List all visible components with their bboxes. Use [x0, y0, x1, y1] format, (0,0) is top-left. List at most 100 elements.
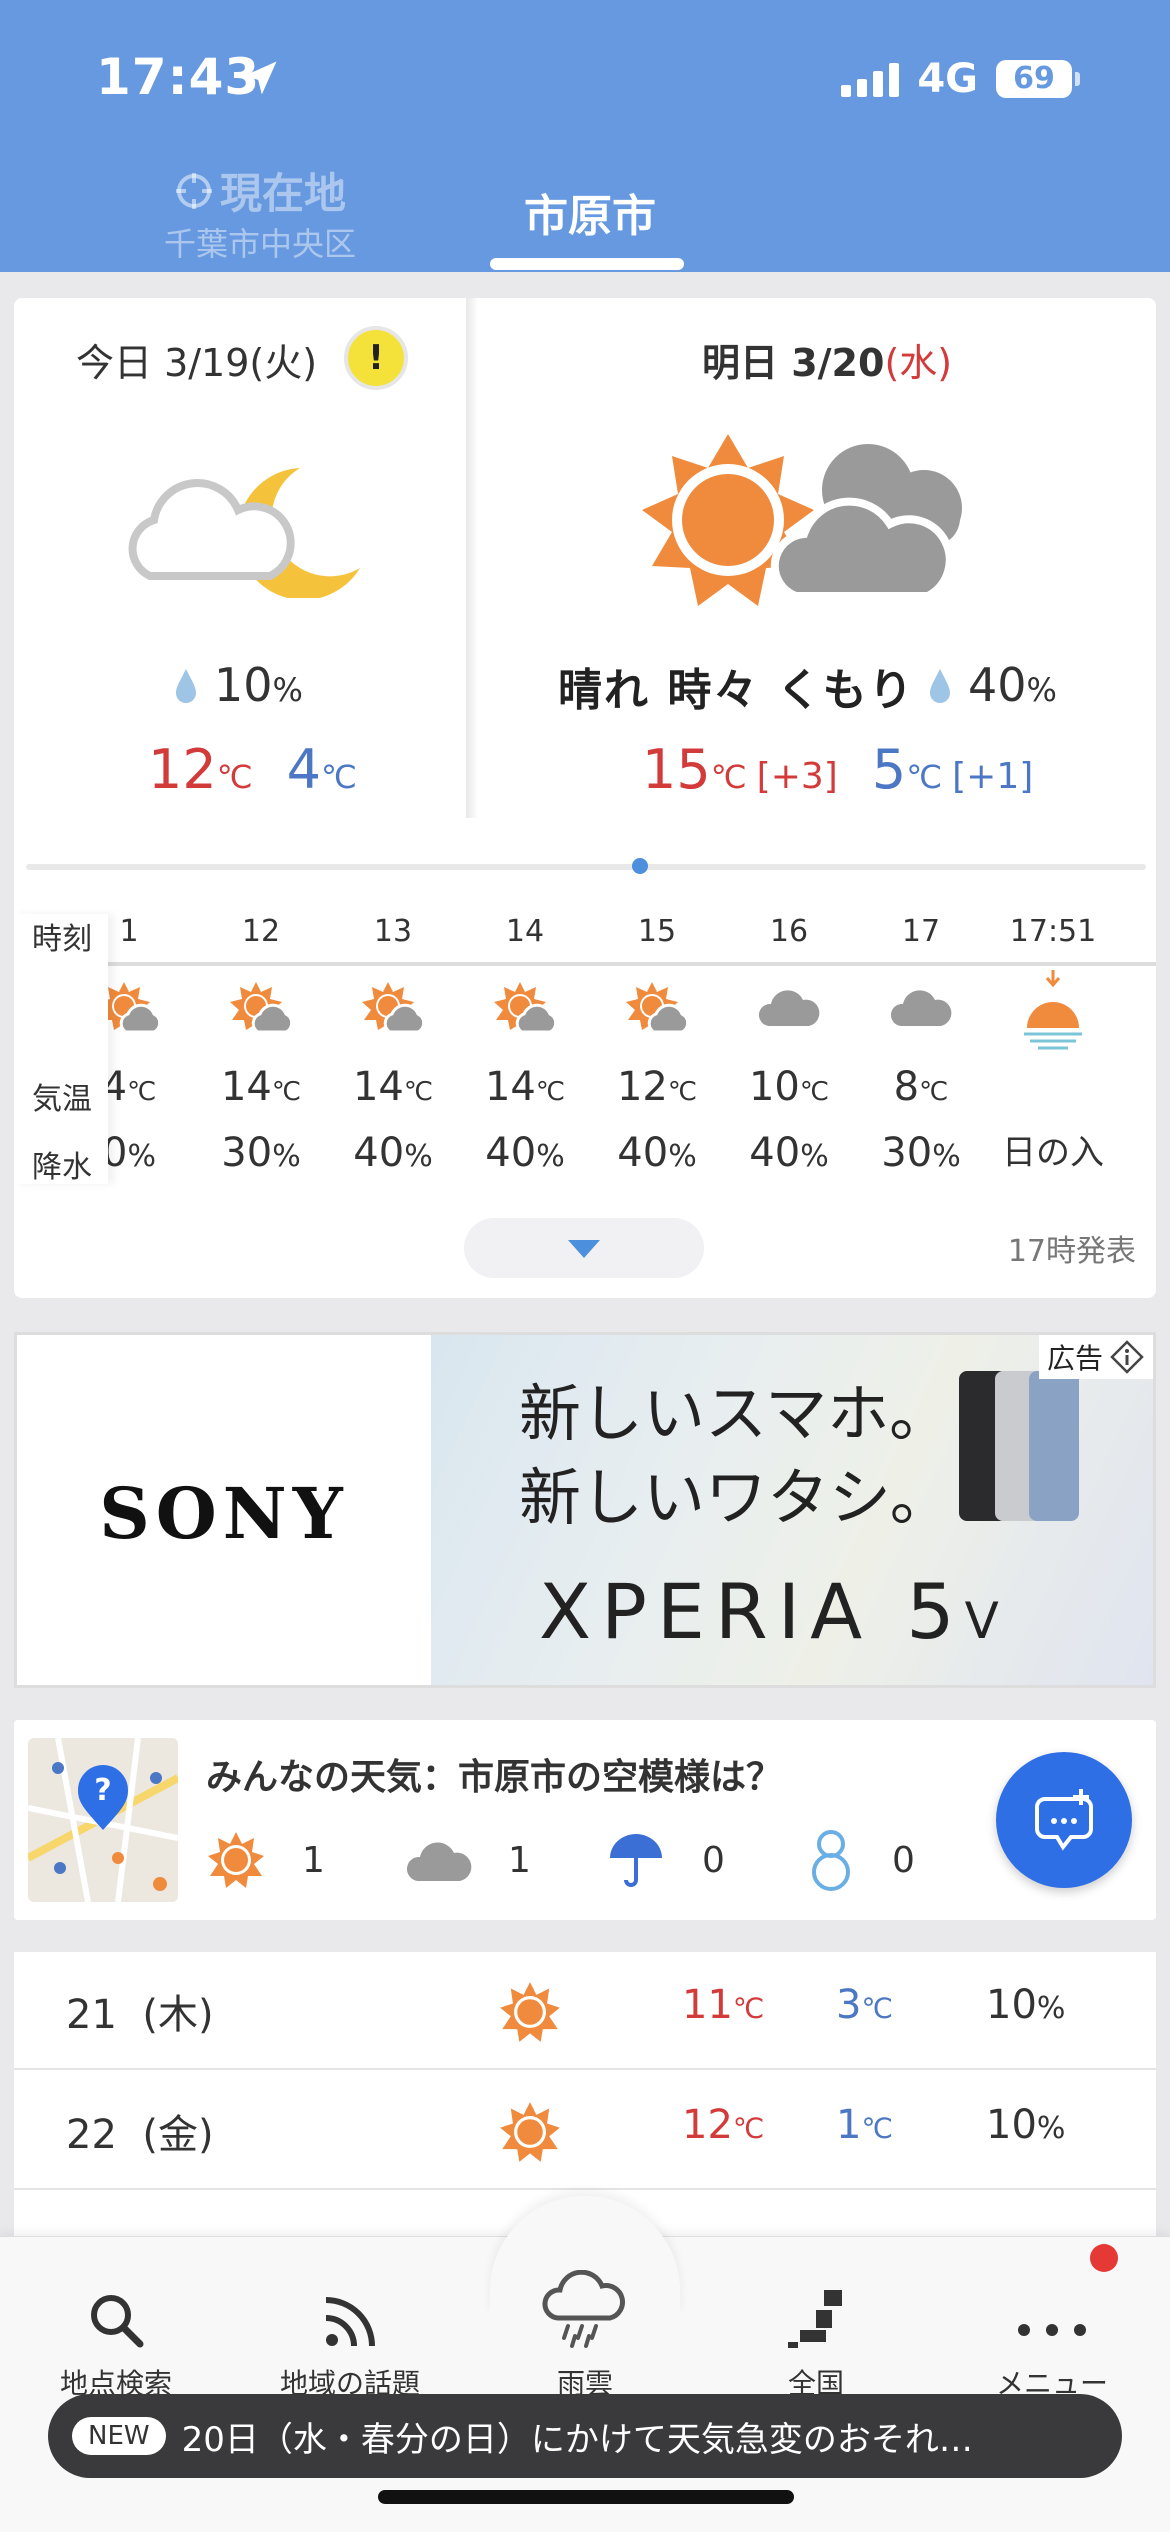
- nav-search[interactable]: 地点検索: [16, 2250, 216, 2402]
- notification-badge: [1090, 2244, 1118, 2272]
- ad-badge[interactable]: 広告: [1038, 1335, 1153, 1379]
- nav-national[interactable]: 全国: [716, 2250, 916, 2402]
- today-temps: 12℃ 4℃: [148, 738, 357, 801]
- hour-temp: 8℃: [893, 1064, 949, 1110]
- rss-icon: [325, 2297, 375, 2347]
- nav-topics[interactable]: 地域の話題: [250, 2250, 450, 2402]
- week-low: 3℃: [836, 1982, 893, 2028]
- battery-level: 69: [996, 60, 1072, 98]
- status-time: 17:43: [96, 48, 261, 106]
- hour-time: 15: [637, 914, 677, 949]
- week-pop: 10%: [986, 1982, 1066, 2028]
- info-icon: [1110, 1340, 1144, 1374]
- nav-menu[interactable]: メニュー: [952, 2250, 1152, 2402]
- sun-cloud-icon: [460, 962, 590, 1054]
- tomorrow-high: 15℃ [+3]: [642, 738, 838, 801]
- more-icon: [1018, 2324, 1086, 2336]
- hour-temp: 10℃: [748, 1064, 830, 1110]
- phone-image: [959, 1371, 1079, 1521]
- page-scroll-track[interactable]: [26, 864, 1146, 870]
- tomorrow-weather-text: 晴れ 時々 くもり: [558, 665, 915, 716]
- tab-city[interactable]: 市原市: [490, 180, 690, 244]
- week-date: 21 (木): [66, 1992, 214, 2038]
- week-high: 11℃: [682, 1982, 765, 2028]
- battery-icon: 69: [996, 60, 1080, 98]
- current-location-area: 千葉市中央区: [163, 225, 356, 263]
- sun-icon: [500, 1982, 560, 2042]
- sunset-label: 日の入: [1002, 1133, 1104, 1173]
- ad-image-panel: 新しいスマホ。 新しいワタシ。 XPERIA 5V: [431, 1335, 1153, 1685]
- news-headline: 20日（水・春分の日）にかけて天気急変のおそれ…: [181, 2419, 973, 2460]
- week-high: 12℃: [682, 2102, 765, 2148]
- post-weather-button[interactable]: [996, 1752, 1132, 1888]
- tomorrow-forecast[interactable]: 明日 3/20(水) 晴れ 時々 くもり 40% 15℃ [+3] 5℃ [+1]: [478, 298, 1156, 818]
- cloud-icon: [724, 962, 854, 1054]
- tab-current-location[interactable]: 現在地 千葉市中央区: [150, 160, 370, 265]
- app-header: 17:43 4G 69 現在地 千葉市中央区 市原市: [0, 0, 1170, 272]
- chevron-down-icon: [568, 1240, 600, 1258]
- cloud-icon: [856, 962, 986, 1054]
- week-low: 1℃: [836, 2102, 893, 2148]
- community-weather[interactable]: ? みんなの天気：市原市の空模様は？ 1 1 0 0: [14, 1720, 1156, 1920]
- report-snowy: 0: [806, 1828, 1006, 1892]
- community-reports: 1 1 0 0: [206, 1828, 1006, 1892]
- svg-text:?: ?: [94, 1773, 111, 1808]
- rain-cloud-icon: [542, 2270, 625, 2348]
- chat-plus-icon: [1035, 1789, 1093, 1851]
- week-row[interactable]: 21 (木) 11℃ 3℃ 10%: [14, 1952, 1156, 2070]
- sunset-time: 17:51: [1009, 914, 1097, 949]
- hour-column: 16 10℃ 40%: [724, 914, 854, 1186]
- status-indicators: 4G 69: [841, 56, 1080, 102]
- sun-cloud-icon: [196, 962, 326, 1054]
- today-high: 12℃: [148, 738, 253, 801]
- report-rainy: 0: [606, 1830, 806, 1890]
- hour-pop: 40%: [617, 1130, 697, 1176]
- cloud-moon-icon: [128, 468, 360, 598]
- page-scroll-indicator[interactable]: [632, 858, 648, 874]
- today-date: 今日 3/19(火): [76, 341, 318, 385]
- today-forecast[interactable]: 今日 3/19(火) ! 10% 12℃ 4℃: [14, 298, 466, 818]
- hour-column: 17 8℃ 30%: [856, 914, 986, 1186]
- hour-time: 17: [901, 914, 941, 949]
- advertisement-banner[interactable]: SONY 新しいスマホ。 新しいワタシ。 XPERIA 5V 広告: [14, 1332, 1156, 1688]
- sun-icon: [500, 2102, 560, 2162]
- label-temp: 気温: [32, 1082, 92, 1117]
- label-time: 時刻: [32, 922, 92, 957]
- week-date: 22 (金): [66, 2112, 214, 2158]
- hour-column: 15 12℃ 40%: [592, 914, 722, 1186]
- hour-temp: 14℃: [220, 1064, 302, 1110]
- sun-cloud-icon: [328, 962, 458, 1054]
- sun-icon: [208, 1832, 264, 1888]
- hour-column: 13 14℃ 40%: [328, 914, 458, 1186]
- tomorrow-pop: 40%: [928, 658, 1057, 712]
- expand-hourly-button[interactable]: [464, 1218, 704, 1278]
- current-location-label: 現在地: [219, 169, 346, 218]
- signal-icon: [841, 61, 900, 97]
- report-cloudy: 1: [406, 1835, 606, 1885]
- nav-rain-radar[interactable]: 雨雲: [485, 2250, 685, 2402]
- label-precip: 降水: [32, 1150, 92, 1185]
- warning-icon[interactable]: !: [344, 326, 408, 390]
- tomorrow-low: 5℃ [+1]: [871, 738, 1034, 801]
- card-divider: [466, 298, 478, 818]
- hour-column: 14 14℃ 40%: [460, 914, 590, 1186]
- hour-temp: 12℃: [616, 1064, 698, 1110]
- hour-time: 16: [769, 914, 809, 949]
- hour-time: 12: [241, 914, 281, 949]
- sunset-column: 17:51-日の入: [988, 914, 1118, 1186]
- hour-pop: 30%: [221, 1130, 301, 1176]
- hour-pop: 40%: [749, 1130, 829, 1176]
- hour-time: 14: [505, 914, 545, 949]
- news-ticker[interactable]: NEW 20日（水・春分の日）にかけて天気急変のおそれ…: [48, 2394, 1122, 2478]
- map-thumbnail: ?: [28, 1738, 178, 1902]
- home-indicator[interactable]: [378, 2490, 794, 2504]
- ad-headline-2: 新しいワタシ。: [519, 1461, 952, 1534]
- raindrop-icon: [176, 669, 196, 703]
- week-row[interactable]: 22 (金) 12℃ 1℃ 10%: [14, 2072, 1156, 2190]
- hour-pop: 40%: [485, 1130, 565, 1176]
- network-type: 4G: [917, 56, 978, 102]
- japan-map-icon: [788, 2290, 842, 2348]
- news-new-badge: NEW: [72, 2417, 166, 2455]
- hourly-row-labels: 時刻 気温 降水: [14, 914, 108, 1185]
- today-pop: 10%: [174, 658, 303, 712]
